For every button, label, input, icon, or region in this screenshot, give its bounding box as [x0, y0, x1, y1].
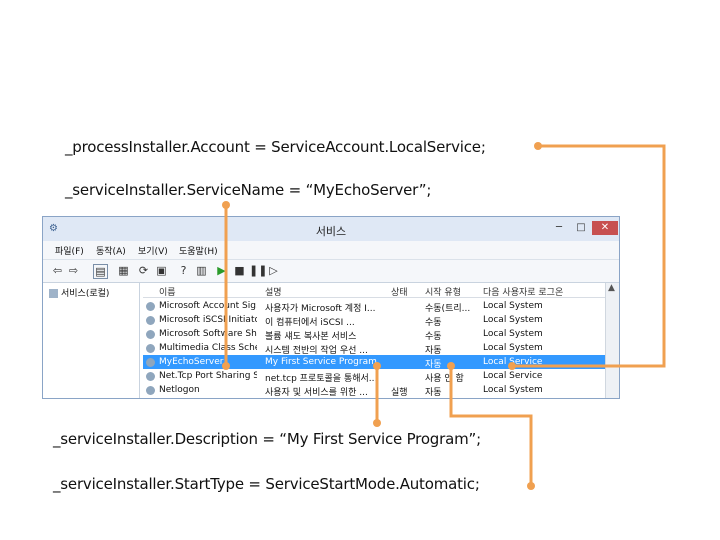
connector-endpoint-dot — [222, 201, 230, 209]
connector-overlay — [222, 142, 666, 490]
connector-endpoint-dot — [222, 362, 230, 370]
connector-account — [512, 144, 666, 368]
connector-endpoint-dot — [373, 419, 381, 427]
connector-start-type — [449, 366, 533, 486]
connector-endpoint-dot — [527, 482, 535, 490]
connector-endpoint-dot — [508, 362, 516, 370]
connector-endpoint-dot — [373, 362, 381, 370]
connector-endpoint-dot — [534, 142, 542, 150]
connector-endpoint-dot — [447, 362, 455, 370]
